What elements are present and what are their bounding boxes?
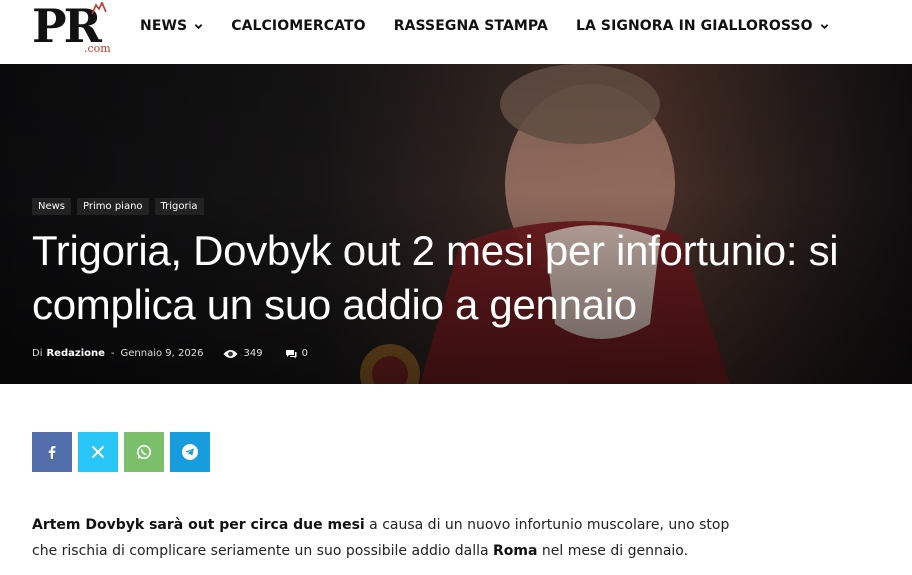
nav-item-label: LA SIGNORA IN GIALLOROSSO [575, 18, 813, 34]
tag-primo-piano[interactable]: Primo piano [77, 198, 149, 215]
comment-icon [285, 349, 297, 358]
nav-item-rassegna-stampa[interactable]: RASSEGNA STAMPA [394, 18, 548, 34]
article-meta: Di Redazione - Gennaio 9, 2026 349 0 [32, 348, 308, 359]
share-telegram-button[interactable] [170, 432, 210, 472]
views-count: 349 [223, 348, 263, 359]
share-buttons [32, 432, 216, 472]
nav-item-news[interactable]: NEWS [140, 18, 203, 34]
facebook-icon [48, 446, 56, 459]
article-title: Trigoria, Dovbyk out 2 mesi per infortun… [32, 227, 839, 328]
comments-value: 0 [301, 348, 308, 359]
whatsapp-icon [137, 445, 151, 459]
x-icon [91, 445, 105, 459]
logo-suffix: .com [84, 42, 111, 55]
article-text: nel mese di gennaio. [537, 543, 689, 559]
share-facebook-button[interactable] [32, 432, 72, 472]
article-bold-text: Artem Dovbyk sarà out per circa due mesi [32, 517, 365, 533]
nav-item-label: RASSEGNA STAMPA [393, 18, 548, 34]
article-bold-text: Roma [493, 543, 538, 559]
telegram-icon [182, 444, 198, 460]
views-value: 349 [243, 348, 263, 359]
logo-wolf-icon [91, 2, 107, 15]
share-whatsapp-button[interactable] [124, 432, 164, 472]
share-x-button[interactable] [78, 432, 118, 472]
chevron-down-icon [194, 23, 203, 29]
byline-prefix: Di [32, 348, 43, 359]
chevron-down-icon [820, 23, 828, 29]
site-header: PR .com NEWS CALCIOMERCATO RASSEGNA STAM… [0, 0, 912, 64]
main-nav: NEWS CALCIOMERCATO RASSEGNA STAMPA LA SI… [140, 0, 857, 52]
site-logo[interactable]: PR .com [32, 2, 112, 58]
meta-separator: - [110, 348, 115, 359]
nav-item-label: NEWS [140, 18, 188, 34]
nav-item-calciomercato[interactable]: CALCIOMERCATO [231, 18, 365, 34]
eye-icon [223, 349, 238, 358]
article-hero: News Primo piano Trigoria Trigoria, Dovb… [0, 64, 912, 384]
category-tags: News Primo piano Trigoria [32, 198, 210, 215]
article-body: Artem Dovbyk sarà out per circa due mesi… [32, 512, 732, 564]
publish-date: Gennaio 9, 2026 [120, 348, 204, 359]
nav-item-label: CALCIOMERCATO [231, 18, 366, 34]
author-link[interactable]: Redazione [46, 348, 104, 359]
article-paragraph: Artem Dovbyk sarà out per circa due mesi… [32, 512, 732, 564]
tag-news[interactable]: News [32, 198, 72, 215]
tag-trigoria[interactable]: Trigoria [154, 198, 204, 215]
nav-item-la-signora-in-giallorosso[interactable]: LA SIGNORA IN GIALLOROSSO [576, 18, 829, 34]
comments-count[interactable]: 0 [285, 348, 308, 359]
